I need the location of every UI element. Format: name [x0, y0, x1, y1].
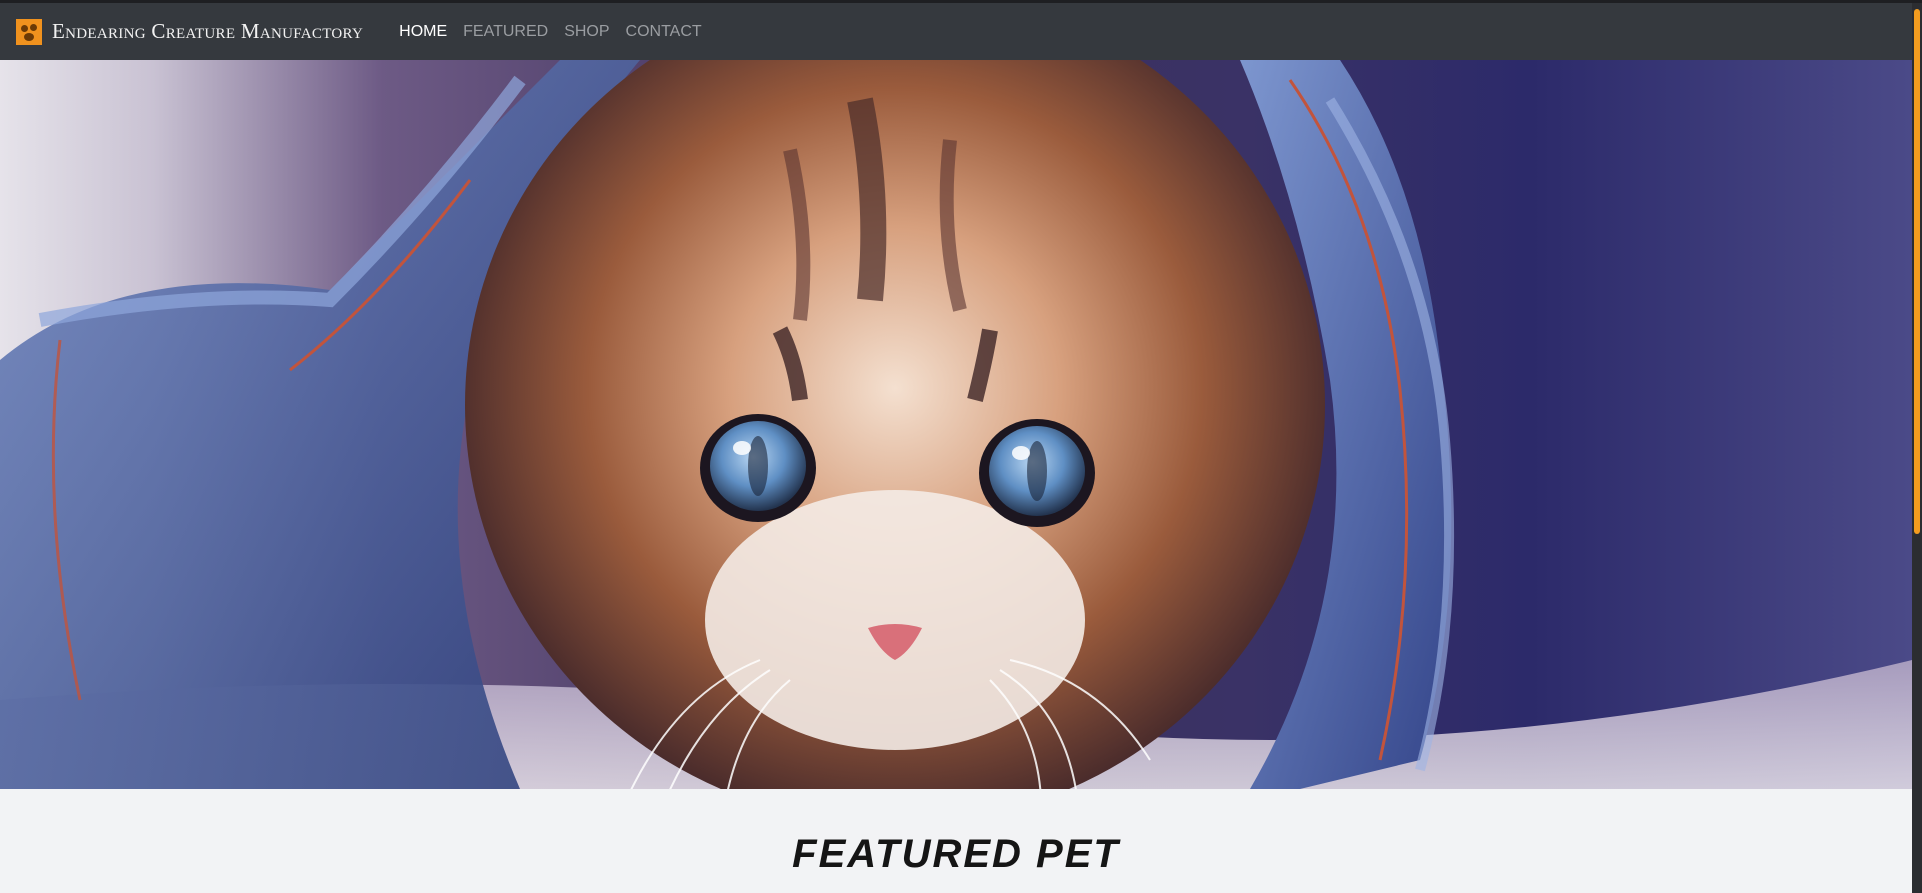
navbar: Endearing Creature Manufactory HOME FEAT… [0, 3, 1912, 60]
nav-item-shop[interactable]: SHOP [556, 23, 617, 41]
nav-item-featured[interactable]: FEATURED [455, 23, 556, 41]
hero-banner [0, 60, 1912, 789]
section-title: FEATURED PET [792, 832, 1120, 876]
featured-section: FEATURED PET [0, 789, 1912, 893]
page: Endearing Creature Manufactory HOME FEAT… [0, 0, 1922, 893]
brand-link[interactable]: Endearing Creature Manufactory [16, 18, 364, 45]
brand-name: Endearing Creature Manufactory [52, 19, 364, 43]
paw-logo-icon [16, 18, 42, 45]
scrollbar-thumb[interactable] [1914, 9, 1920, 534]
nav-item-home[interactable]: HOME [391, 23, 455, 41]
main-nav: HOME FEATURED SHOP CONTACT [391, 23, 710, 41]
nav-item-contact[interactable]: CONTACT [618, 23, 710, 41]
kitten-hero-image [0, 60, 1912, 789]
scrollbar[interactable] [1912, 3, 1922, 893]
